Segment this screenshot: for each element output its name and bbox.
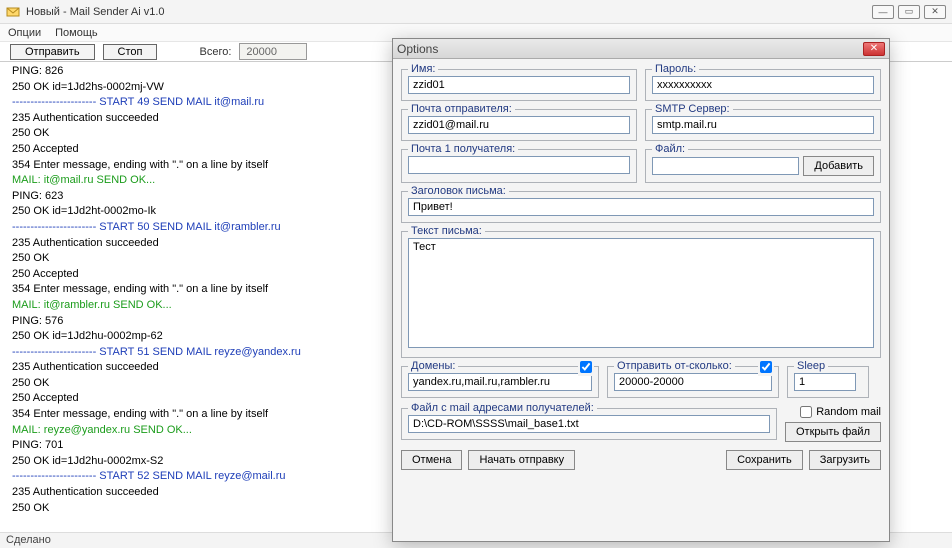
subject-label: Заголовок письма: — [408, 185, 509, 197]
file-input[interactable] — [652, 157, 799, 175]
send-amount-input[interactable] — [614, 373, 772, 391]
cancel-button[interactable]: Отмена — [401, 450, 462, 470]
subject-fieldset: Заголовок письма: — [401, 191, 881, 223]
sleep-label: Sleep — [794, 360, 828, 372]
recipient1-label: Почта 1 получателя: — [408, 143, 518, 155]
body-fieldset: Текст письма: — [401, 231, 881, 358]
file-fieldset: Файл: Добавить — [645, 149, 881, 183]
sender-mail-label: Почта отправителя: — [408, 103, 515, 115]
app-icon — [6, 5, 20, 19]
window-title: Новый - Mail Sender Ai v1.0 — [26, 6, 165, 18]
window-titlebar: Новый - Mail Sender Ai v1.0 — ▭ ✕ — [0, 0, 952, 24]
smtp-label: SMTP Сервер: — [652, 103, 733, 115]
start-send-button[interactable]: Начать отправку — [468, 450, 575, 470]
subject-input[interactable] — [408, 198, 874, 216]
maximize-icon[interactable]: ▭ — [898, 5, 920, 19]
mail-file-fieldset: Файл с mail адресами получателей: — [401, 408, 777, 440]
close-icon[interactable]: ✕ — [924, 5, 946, 19]
random-mail-label: Random mail — [816, 406, 881, 418]
name-label: Имя: — [408, 63, 438, 75]
file-label: Файл: — [652, 143, 688, 155]
body-textarea[interactable] — [408, 238, 874, 348]
dialog-title: Options — [397, 42, 438, 56]
recipient1-fieldset: Почта 1 получателя: — [401, 149, 637, 183]
mail-file-label: Файл с mail адресами получателей: — [408, 402, 597, 414]
open-file-button[interactable]: Открыть файл — [785, 422, 881, 442]
sleep-fieldset: Sleep — [787, 366, 869, 398]
send-amount-checkbox[interactable] — [760, 361, 772, 373]
password-fieldset: Пароль: — [645, 69, 881, 101]
random-mail-checkbox[interactable] — [800, 406, 812, 418]
password-label: Пароль: — [652, 63, 699, 75]
dialog-titlebar: Options ✕ — [393, 39, 889, 59]
domains-input[interactable] — [408, 373, 592, 391]
name-fieldset: Имя: — [401, 69, 637, 101]
sender-mail-input[interactable] — [408, 116, 630, 134]
load-button[interactable]: Загрузить — [809, 450, 881, 470]
domains-label: Домены: — [408, 360, 458, 372]
options-dialog: Options ✕ Имя: Пароль: Почта отправителя… — [392, 38, 890, 542]
send-button[interactable]: Отправить — [10, 44, 95, 60]
dialog-close-icon[interactable]: ✕ — [863, 42, 885, 56]
recipient1-input[interactable] — [408, 156, 630, 174]
menu-options[interactable]: Опции — [8, 27, 41, 39]
total-label: Всего: — [199, 46, 231, 58]
name-input[interactable] — [408, 76, 630, 94]
smtp-fieldset: SMTP Сервер: — [645, 109, 881, 141]
add-file-button[interactable]: Добавить — [803, 156, 874, 176]
minimize-icon[interactable]: — — [872, 5, 894, 19]
domains-checkbox[interactable] — [580, 361, 592, 373]
body-label: Текст письма: — [408, 225, 485, 237]
smtp-input[interactable] — [652, 116, 874, 134]
domains-fieldset: Домены: — [401, 366, 599, 398]
save-button[interactable]: Сохранить — [726, 450, 803, 470]
total-input[interactable] — [239, 43, 307, 60]
send-amount-fieldset: Отправить от-сколько: — [607, 366, 779, 398]
mail-file-input[interactable] — [408, 415, 770, 433]
send-amount-label: Отправить от-сколько: — [614, 360, 735, 372]
stop-button[interactable]: Стоп — [103, 44, 158, 60]
sleep-input[interactable] — [794, 373, 856, 391]
menu-help[interactable]: Помощь — [55, 27, 98, 39]
sender-mail-fieldset: Почта отправителя: — [401, 109, 637, 141]
password-input[interactable] — [652, 76, 874, 94]
